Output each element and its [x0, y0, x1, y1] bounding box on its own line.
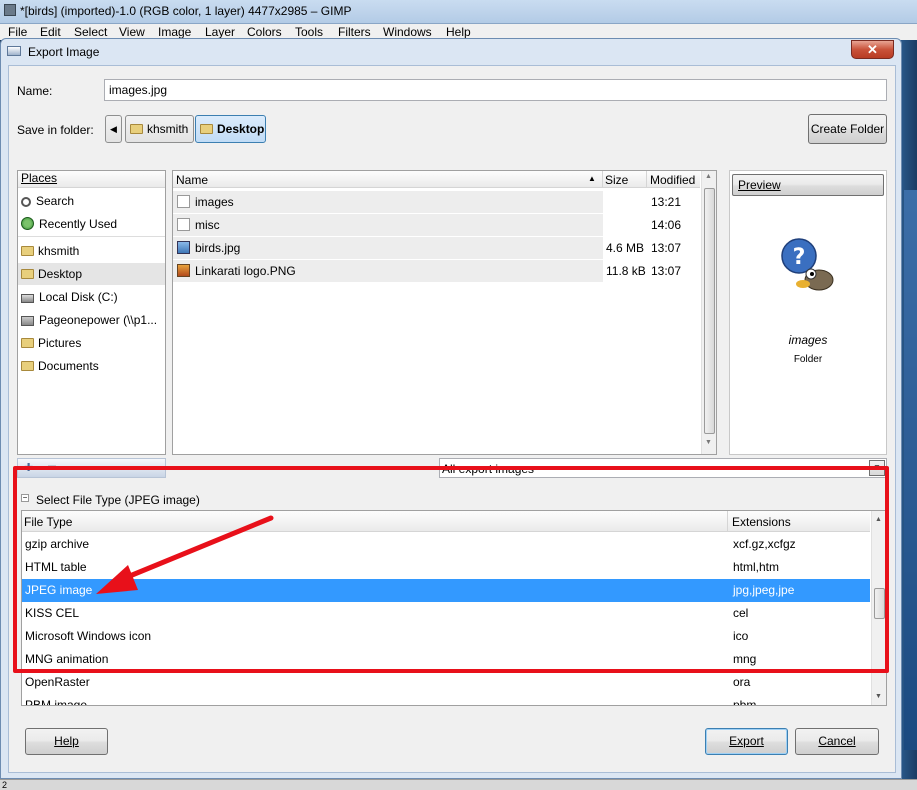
- annotation-arrow-icon: [96, 515, 274, 594]
